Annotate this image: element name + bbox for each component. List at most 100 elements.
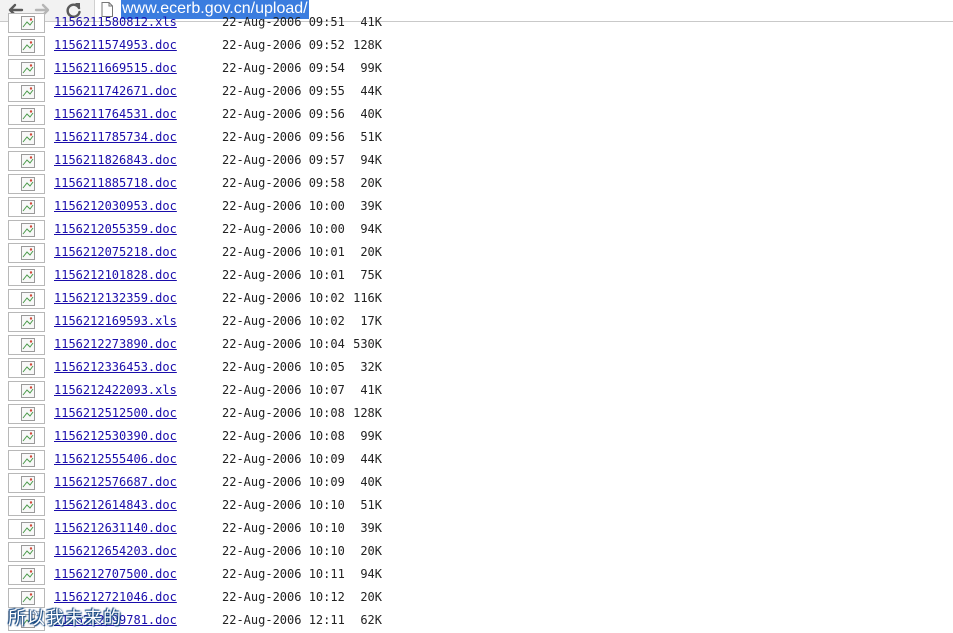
file-size: 41K: [360, 383, 382, 397]
table-row: 1156211742671.doc 22-Aug-2006 09:55 44K: [0, 81, 953, 104]
broken-image-icon: [8, 128, 45, 148]
broken-image-icon: [8, 82, 45, 102]
broken-image-icon: [8, 105, 45, 125]
file-size: 75K: [360, 268, 382, 282]
broken-image-icon: [8, 542, 45, 562]
file-date: 22-Aug-2006 10:10: [222, 544, 345, 558]
broken-image-icon: [8, 13, 45, 33]
file-link[interactable]: 1156211742671.doc: [54, 84, 177, 98]
file-date: 22-Aug-2006 10:02: [222, 314, 345, 328]
table-row: 1156212721046.doc 22-Aug-2006 10:12 20K: [0, 587, 953, 610]
file-link[interactable]: 1156212631140.doc: [54, 521, 177, 535]
file-date: 22-Aug-2006 10:00: [222, 222, 345, 236]
file-date: 22-Aug-2006 09:56: [222, 107, 345, 121]
broken-image-icon: [8, 289, 45, 309]
table-row: 1156211574953.doc 22-Aug-2006 09:52 128K: [0, 35, 953, 58]
table-row: 1156212336453.doc 22-Aug-2006 10:05 32K: [0, 357, 953, 380]
file-size: 128K: [353, 38, 382, 52]
table-row: 1156212614843.doc 22-Aug-2006 10:10 51K: [0, 495, 953, 518]
table-row: 1156211785734.doc 22-Aug-2006 09:56 51K: [0, 127, 953, 150]
file-link[interactable]: 1156212614843.doc: [54, 498, 177, 512]
broken-image-icon: [8, 197, 45, 217]
table-row: 1156212631140.doc 22-Aug-2006 10:10 39K: [0, 518, 953, 541]
broken-image-icon: [8, 381, 45, 401]
table-row: 1156212654203.doc 22-Aug-2006 10:10 20K: [0, 541, 953, 564]
file-size: 94K: [360, 222, 382, 236]
table-row: 1156212707500.doc 22-Aug-2006 10:11 94K: [0, 564, 953, 587]
file-size: 20K: [360, 544, 382, 558]
table-row: 1156212576687.doc 22-Aug-2006 10:09 40K: [0, 472, 953, 495]
file-size: 51K: [360, 498, 382, 512]
broken-image-icon: [8, 266, 45, 286]
file-link[interactable]: 1156211826843.doc: [54, 153, 177, 167]
file-size: 40K: [360, 475, 382, 489]
broken-image-icon: [8, 496, 45, 516]
table-row: 1156211580812.xls 22-Aug-2006 09:51 41K: [0, 12, 953, 35]
table-row: 1156212101828.doc 22-Aug-2006 10:01 75K: [0, 265, 953, 288]
file-size: 44K: [360, 84, 382, 98]
file-date: 22-Aug-2006 12:11: [222, 613, 345, 627]
file-date: 22-Aug-2006 09:54: [222, 61, 345, 75]
file-link[interactable]: 1156211669515.doc: [54, 61, 177, 75]
file-date: 22-Aug-2006 10:07: [222, 383, 345, 397]
file-date: 22-Aug-2006 10:01: [222, 268, 345, 282]
file-size: 530K: [353, 337, 382, 351]
table-row: 1156211885718.doc 22-Aug-2006 09:58 20K: [0, 173, 953, 196]
file-link[interactable]: 1156212707500.doc: [54, 567, 177, 581]
broken-image-icon: [8, 151, 45, 171]
file-link[interactable]: 1156212721046.doc: [54, 590, 177, 604]
file-size: 99K: [360, 429, 382, 443]
file-size: 94K: [360, 567, 382, 581]
file-date: 22-Aug-2006 10:11: [222, 567, 345, 581]
file-link[interactable]: 1156211764531.doc: [54, 107, 177, 121]
file-size: 99K: [360, 61, 382, 75]
file-date: 22-Aug-2006 10:01: [222, 245, 345, 259]
broken-image-icon: [8, 312, 45, 332]
file-size: 94K: [360, 153, 382, 167]
table-row: 1156212132359.doc 22-Aug-2006 10:02 116K: [0, 288, 953, 311]
table-row: 1156212273890.doc 22-Aug-2006 10:04 530K: [0, 334, 953, 357]
broken-image-icon: [8, 588, 45, 608]
file-date: 22-Aug-2006 09:58: [222, 176, 345, 190]
file-link[interactable]: 1156212336453.doc: [54, 360, 177, 374]
file-link[interactable]: 1156211574953.doc: [54, 38, 177, 52]
table-row: 1156212422093.xls 22-Aug-2006 10:07 41K: [0, 380, 953, 403]
file-date: 22-Aug-2006 10:08: [222, 406, 345, 420]
table-row: 1156212512500.doc 22-Aug-2006 10:08 128K: [0, 403, 953, 426]
file-link[interactable]: 1156212132359.doc: [54, 291, 177, 305]
file-link[interactable]: 1156212055359.doc: [54, 222, 177, 236]
file-link[interactable]: 1156212101828.doc: [54, 268, 177, 282]
file-size: 116K: [353, 291, 382, 305]
table-row: 1156212030953.doc 22-Aug-2006 10:00 39K: [0, 196, 953, 219]
file-link[interactable]: 1156211885718.doc: [54, 176, 177, 190]
file-link[interactable]: 1156212273890.doc: [54, 337, 177, 351]
broken-image-icon: [8, 450, 45, 470]
broken-image-icon: [8, 59, 45, 79]
file-date: 22-Aug-2006 10:08: [222, 429, 345, 443]
file-date: 22-Aug-2006 09:52: [222, 38, 345, 52]
table-row: 1156211669515.doc 22-Aug-2006 09:54 99K: [0, 58, 953, 81]
file-link[interactable]: 1156212799781.doc: [54, 613, 177, 627]
file-date: 22-Aug-2006 10:09: [222, 475, 345, 489]
file-link[interactable]: 1156212555406.doc: [54, 452, 177, 466]
file-size: 62K: [360, 613, 382, 627]
file-date: 22-Aug-2006 10:10: [222, 498, 345, 512]
file-link[interactable]: 1156212169593.xls: [54, 314, 177, 328]
file-link[interactable]: 1156211785734.doc: [54, 130, 177, 144]
file-size: 20K: [360, 245, 382, 259]
file-date: 22-Aug-2006 10:12: [222, 590, 345, 604]
file-link[interactable]: 1156212576687.doc: [54, 475, 177, 489]
file-link[interactable]: 1156212422093.xls: [54, 383, 177, 397]
file-link[interactable]: 1156212512500.doc: [54, 406, 177, 420]
table-row: 1156211764531.doc 22-Aug-2006 09:56 40K: [0, 104, 953, 127]
file-size: 17K: [360, 314, 382, 328]
file-date: 22-Aug-2006 10:00: [222, 199, 345, 213]
file-link[interactable]: 1156211580812.xls: [54, 15, 177, 29]
file-link[interactable]: 1156212075218.doc: [54, 245, 177, 259]
file-link[interactable]: 1156212030953.doc: [54, 199, 177, 213]
broken-image-icon: [8, 220, 45, 240]
file-link[interactable]: 1156212530390.doc: [54, 429, 177, 443]
table-row: 1156212555406.doc 22-Aug-2006 10:09 44K: [0, 449, 953, 472]
file-size: 39K: [360, 199, 382, 213]
file-link[interactable]: 1156212654203.doc: [54, 544, 177, 558]
